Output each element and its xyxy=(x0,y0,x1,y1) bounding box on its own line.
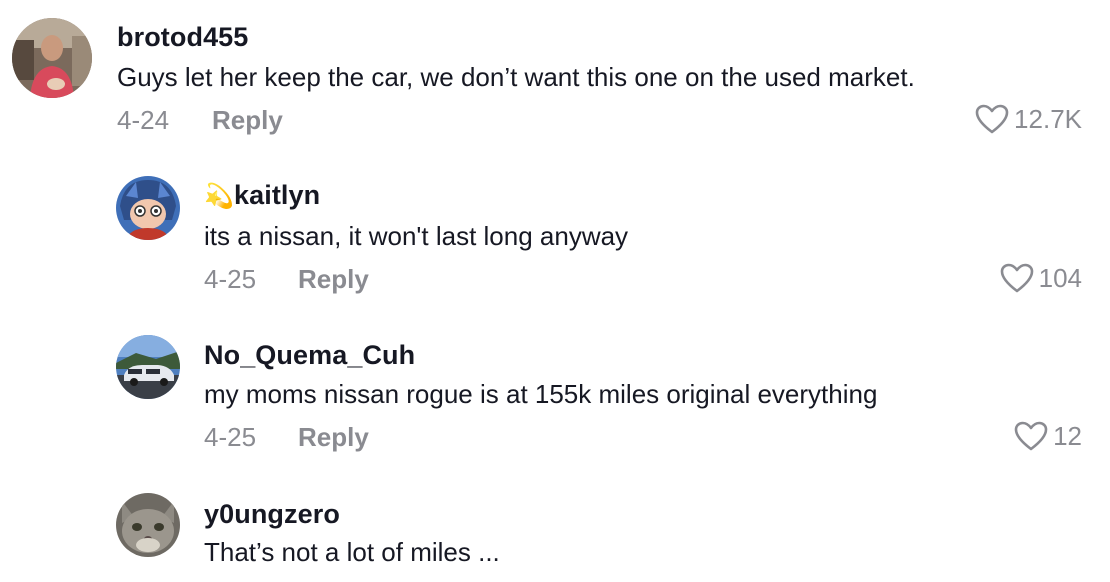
user-avatar-photo xyxy=(12,18,92,98)
reply-button[interactable]: Reply xyxy=(298,264,369,295)
user-avatar[interactable] xyxy=(116,176,180,240)
comment-username[interactable]: 💫kaitlyn xyxy=(204,180,320,211)
user-avatar[interactable] xyxy=(116,335,180,399)
comment-date: 4-24 xyxy=(117,105,170,135)
comment-item: y0ungzero That’s not a lot of miles ... xyxy=(0,480,1110,582)
comment-date: 4-25 xyxy=(204,422,257,452)
cat-avatar xyxy=(116,493,180,557)
user-avatar[interactable] xyxy=(12,18,92,98)
heart-outline-icon xyxy=(1014,421,1048,451)
comment-text: Guys let her keep the car, we don’t want… xyxy=(117,62,915,92)
comment-text: my moms nissan rogue is at 155k miles or… xyxy=(204,379,878,409)
comment-item: 💫kaitlyn its a nissan, it won't last lon… xyxy=(0,160,1110,310)
user-avatar[interactable] xyxy=(116,493,180,557)
like-count: 104 xyxy=(1038,262,1082,293)
comment-text: its a nissan, it won't last long anyway xyxy=(204,221,629,251)
car-avatar xyxy=(116,335,180,399)
like-button[interactable]: 12.7K xyxy=(974,103,1082,135)
heart-outline-icon xyxy=(1000,263,1033,293)
comment-text: That’s not a lot of miles ... xyxy=(204,537,500,567)
anime-avatar xyxy=(116,176,180,240)
comment-item: brotod455 Guys let her keep the car, we … xyxy=(0,0,1110,150)
like-button[interactable]: 12 xyxy=(1013,420,1082,452)
heart-outline-icon xyxy=(975,104,1009,134)
comment-username[interactable]: No_Quema_Cuh xyxy=(204,340,415,371)
comment-item: No_Quema_Cuh my moms nissan rogue is at … xyxy=(0,320,1110,470)
sparkle-emoji: 💫 xyxy=(204,183,234,210)
comment-username-text: kaitlyn xyxy=(233,180,321,210)
comment-date: 4-25 xyxy=(204,264,257,294)
reply-button[interactable]: Reply xyxy=(298,422,369,453)
comment-username[interactable]: brotod455 xyxy=(117,22,248,53)
like-count: 12.7K xyxy=(1014,103,1082,134)
like-button[interactable]: 104 xyxy=(999,262,1082,294)
reply-button[interactable]: Reply xyxy=(212,105,283,136)
comment-thread: brotod455 Guys let her keep the car, we … xyxy=(0,0,1110,582)
comment-username[interactable]: y0ungzero xyxy=(204,499,340,530)
like-count: 12 xyxy=(1053,420,1082,451)
